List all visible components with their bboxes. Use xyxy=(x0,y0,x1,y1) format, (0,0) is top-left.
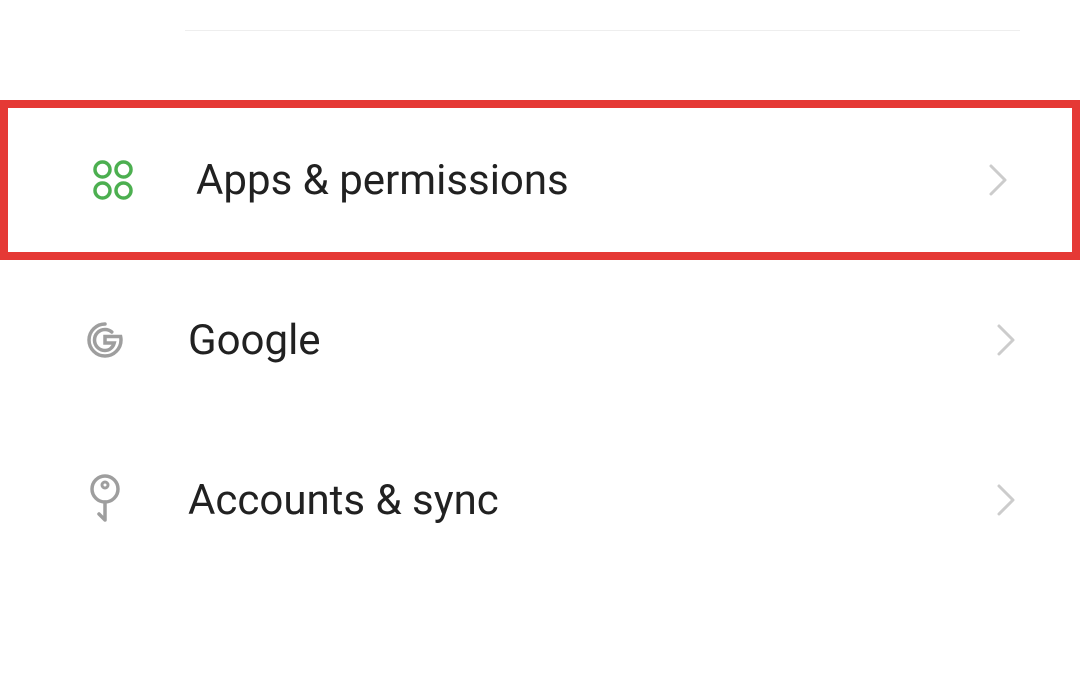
settings-item-label: Google xyxy=(188,316,992,365)
section-divider xyxy=(185,30,1020,31)
settings-item-google[interactable]: Google xyxy=(0,260,1080,420)
key-icon xyxy=(80,475,130,525)
settings-item-accounts-sync[interactable]: Accounts & sync xyxy=(0,420,1080,580)
apps-icon xyxy=(88,155,138,205)
chevron-right-icon xyxy=(992,326,1020,354)
google-icon xyxy=(80,315,130,365)
settings-item-label: Apps & permissions xyxy=(196,156,984,205)
settings-item-apps-permissions[interactable]: Apps & permissions xyxy=(0,100,1080,260)
settings-item-label: Accounts & sync xyxy=(188,476,992,525)
chevron-right-icon xyxy=(984,166,1012,194)
chevron-right-icon xyxy=(992,486,1020,514)
settings-list: Apps & permissions Google Ac xyxy=(0,100,1080,580)
